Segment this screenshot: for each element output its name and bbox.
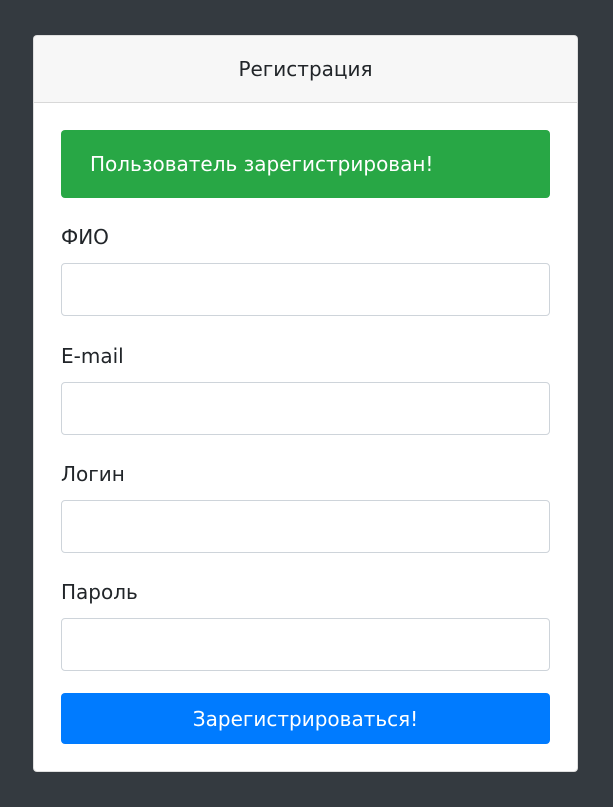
email-input[interactable] bbox=[61, 382, 550, 435]
login-input[interactable] bbox=[61, 500, 550, 553]
success-alert: Пользователь зарегистрирован! bbox=[61, 130, 550, 198]
registration-card: Регистрация Пользователь зарегистрирован… bbox=[33, 35, 578, 772]
card-header: Регистрация bbox=[34, 36, 577, 103]
password-input[interactable] bbox=[61, 618, 550, 671]
full-name-input[interactable] bbox=[61, 263, 550, 316]
email-label: E-mail bbox=[61, 344, 124, 368]
full-name-label: ФИО bbox=[61, 225, 109, 249]
alert-message: Пользователь зарегистрирован! bbox=[90, 152, 434, 176]
password-label: Пароль bbox=[61, 580, 138, 604]
login-label: Логин bbox=[61, 462, 125, 486]
card-title: Регистрация bbox=[238, 57, 373, 81]
register-button[interactable]: Зарегистрироваться! bbox=[61, 693, 550, 744]
